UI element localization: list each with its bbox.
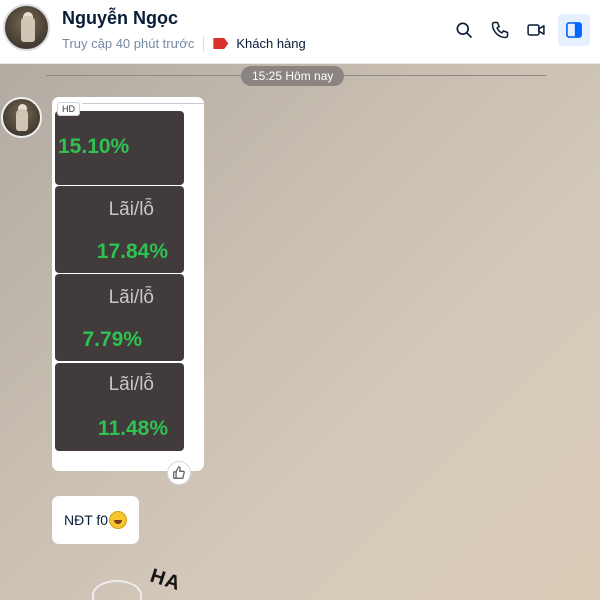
phone-icon [491,21,509,39]
react-button[interactable] [167,461,191,485]
sticker-outline [92,580,142,600]
sidebar-toggle-icon [566,22,582,38]
profit-value: 11.48% [97,417,168,440]
profit-value: 7.79% [82,328,142,351]
profit-card: 15.10% [55,111,184,185]
chat-header: Nguyễn Ngọc Truy cập 40 phút trước Khách… [0,0,600,64]
profit-label: Lãi/lỗ [108,199,154,220]
contact-name[interactable]: Nguyễn Ngọc [62,8,178,29]
sticker-text[interactable]: HA [147,565,184,596]
contact-status-row: Truy cập 40 phút trước Khách hàng [62,36,306,51]
profit-label: Lãi/lỗ [108,374,154,395]
divider [203,36,205,51]
sender-avatar[interactable] [1,97,42,138]
video-call-button[interactable] [520,14,552,46]
search-button[interactable] [448,14,480,46]
customer-tag-label[interactable]: Khách hàng [236,36,305,51]
profit-value: 17.84% [96,240,168,263]
conversation-info-toggle[interactable] [558,14,590,46]
thumbs-up-icon [173,466,185,479]
profit-card: Lãi/lỗ 11.48% [55,363,184,451]
text-message[interactable]: NĐT f0 [52,496,140,544]
laughing-emoji-icon [109,511,128,529]
date-separator: 15:25 Hôm nay [241,66,345,86]
profit-card: Lãi/lỗ 7.79% [55,274,184,361]
last-seen-text: Truy cập 40 phút trước [62,36,195,51]
profit-card: Lãi/lỗ 17.84% [55,186,184,273]
hd-badge: HD [57,102,80,116]
chat-message-area[interactable]: 15:25 Hôm nay HD 15.10% Lãi/lỗ 17.84% Lã… [0,64,600,600]
message-text: NĐT f0 [64,512,109,528]
image-message[interactable]: HD 15.10% Lãi/lỗ 17.84% Lãi/lỗ 7.79% Lãi… [52,97,204,471]
profit-label: Lãi/lỗ [108,287,154,308]
profit-value: 15.10% [58,135,130,158]
voice-call-button[interactable] [484,14,516,46]
search-icon [456,22,473,39]
contact-avatar[interactable] [3,4,50,51]
image-top-edge [82,103,204,104]
video-icon [527,24,545,36]
tag-icon[interactable] [213,38,229,49]
